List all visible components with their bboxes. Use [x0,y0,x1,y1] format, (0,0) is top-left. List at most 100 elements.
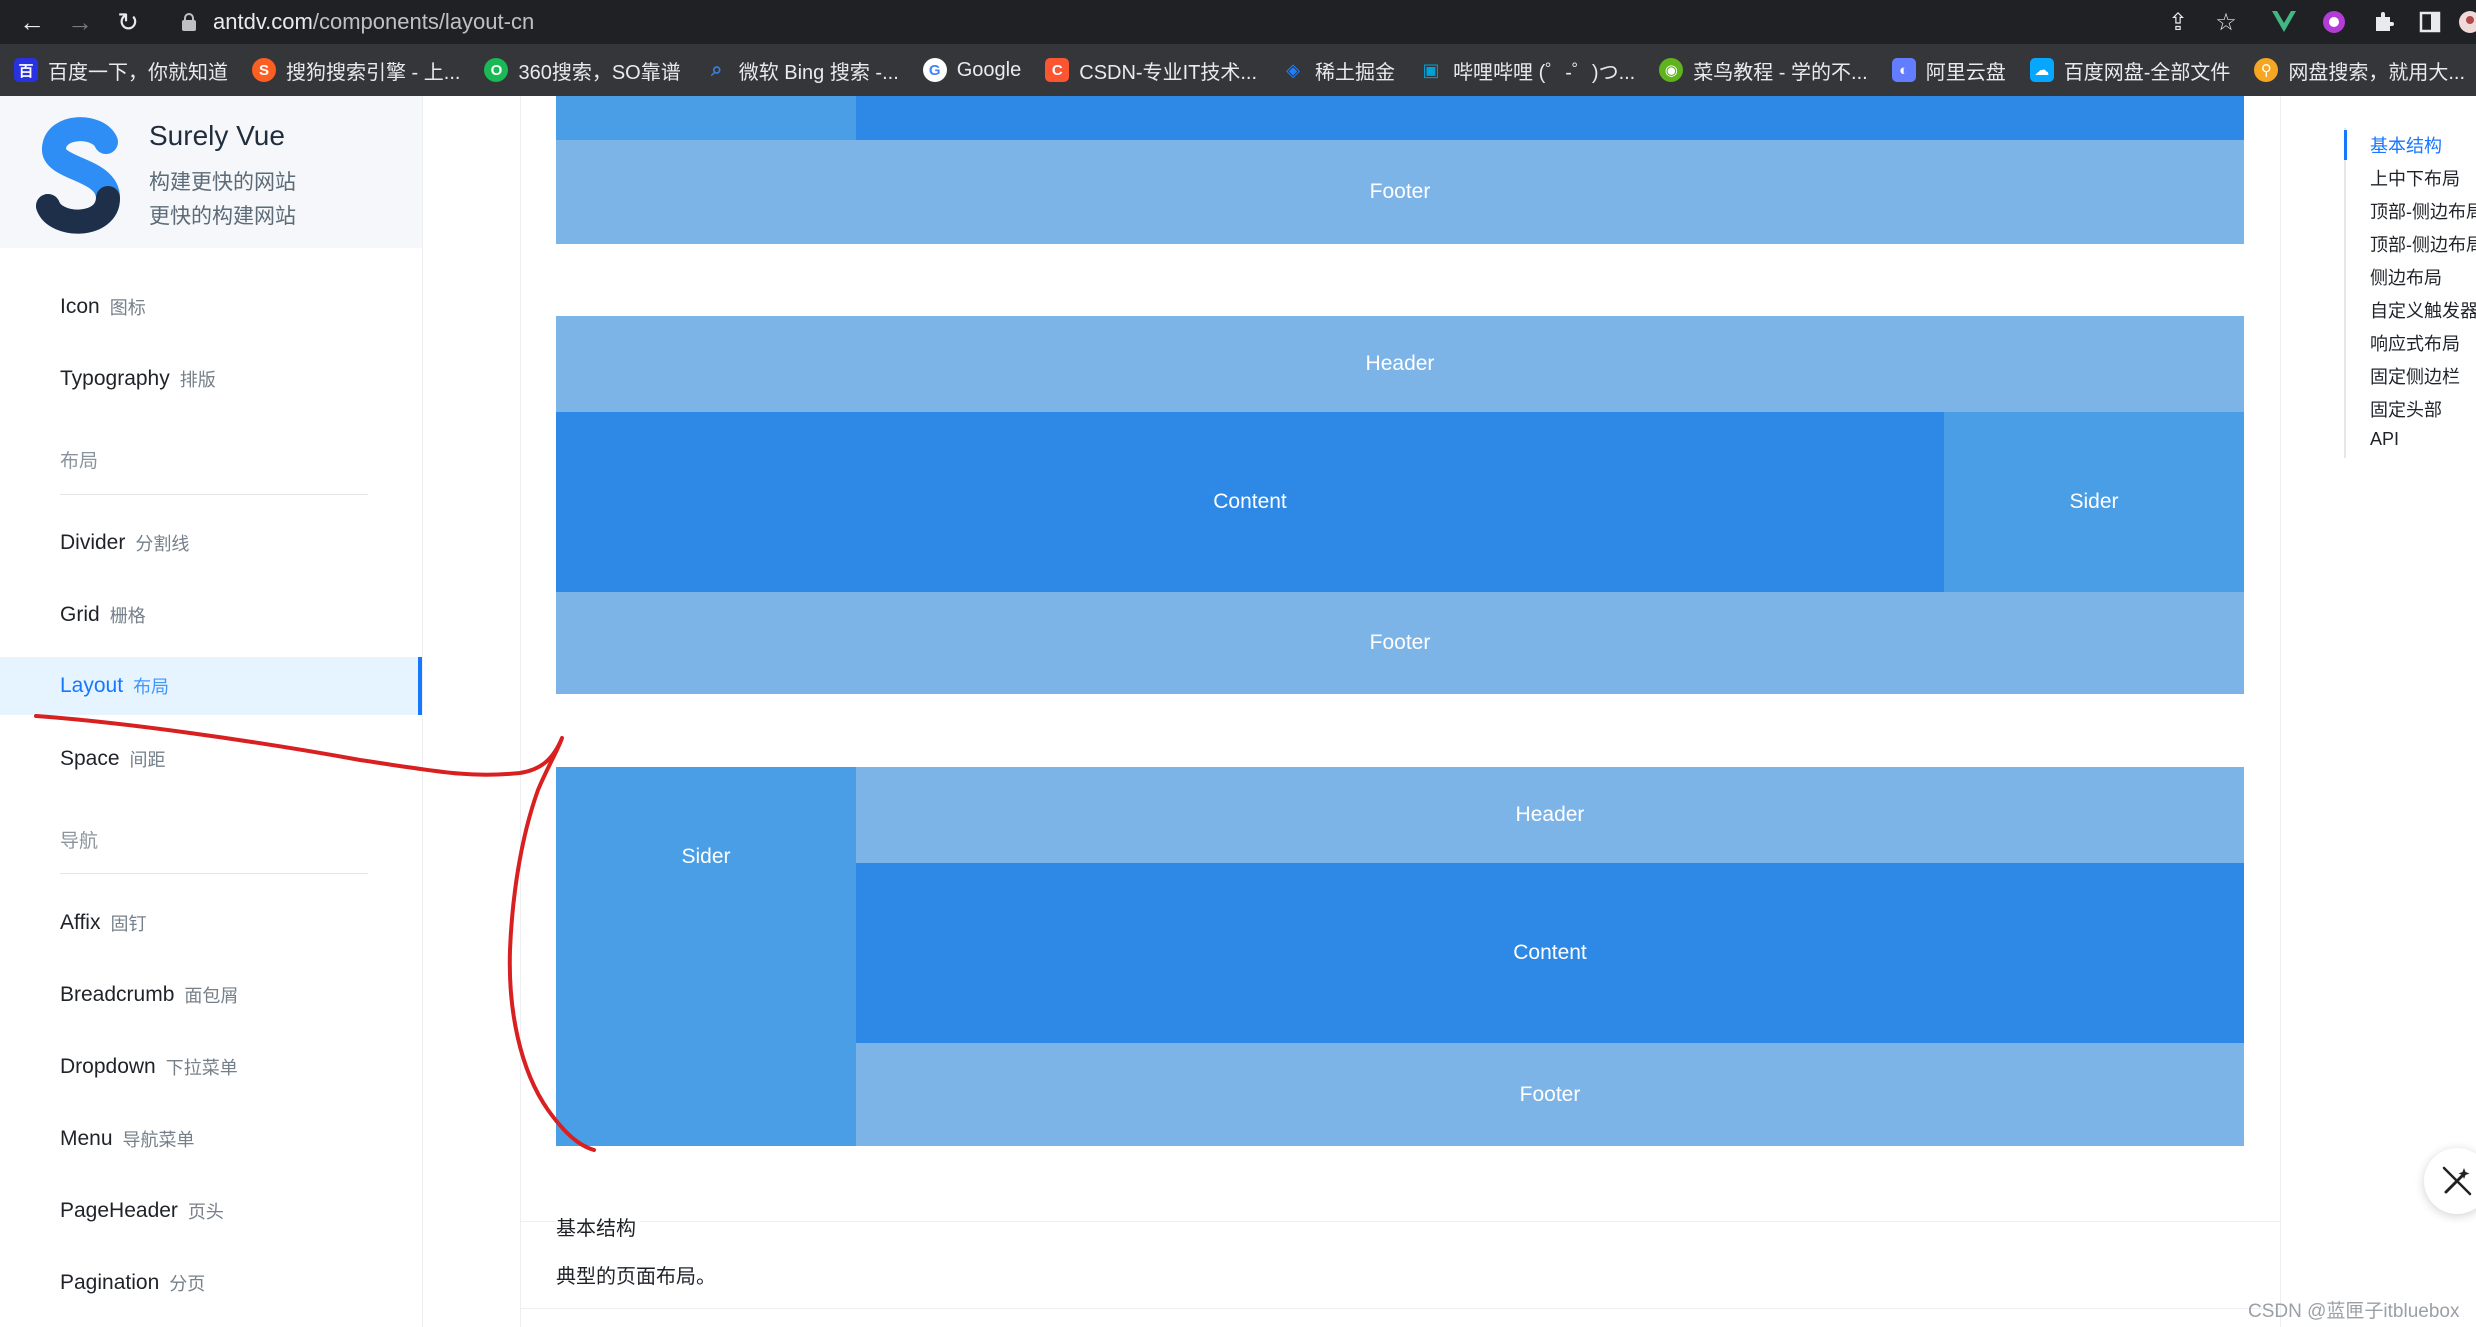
bookmark-juejin[interactable]: ◈ 稀土掘金 [1267,50,1405,90]
anchor-link-top-side-1[interactable]: 顶部-侧边布局 [2370,198,2476,224]
demo3-header: Header [856,767,2244,863]
anchor-link-side[interactable]: 侧边布局 [2370,264,2442,290]
lock-icon [181,13,197,31]
search-icon: ⌕ [711,58,723,81]
header-label: Header [1515,803,1585,826]
juejin-icon: ◈ [1286,59,1300,80]
url-text: antdv.com/components/layout-cn [213,9,535,34]
menu-item-space[interactable]: Space 间距 [0,730,422,788]
demo2-footer: Footer [556,592,2244,694]
anchor-ink [2344,130,2347,160]
menu-group-nav: 导航 [60,831,99,852]
sidebar: Surely Vue 构建更快的网站 更快的构建网站 Icon 图标 Typogr… [0,96,423,1327]
brand-subtitle-2: 更快的构建网站 [149,205,296,228]
demo1-sider [556,96,856,140]
pan-search-icon: ⚲ [2254,58,2279,82]
section-description: 典型的页面布局。 [556,1266,716,1288]
runoob-icon: ◉ [1659,58,1684,82]
menu-item-dropdown[interactable]: Dropdown 下拉菜单 [0,1038,422,1096]
anchor-link-top-side-2[interactable]: 顶部-侧边布局 [2370,231,2476,257]
bookmark-360[interactable]: O 360搜索，SO靠谱 [470,50,690,90]
sogou-icon: S [252,58,276,82]
anchor-link-fixed-header[interactable]: 固定头部 [2370,396,2442,422]
bookmark-sogou[interactable]: S 搜狗搜索引擎 - 上... [238,50,470,90]
header-label: Header [1365,352,1435,375]
share-icon[interactable]: ⇪ [2162,6,2194,38]
theme-toggle-button[interactable] [2424,1148,2476,1214]
section-title: 基本结构 [556,1212,640,1241]
demo-border-right [2280,96,2281,1327]
brand-title: Surely Vue [149,120,285,151]
sider-label: Sider [681,845,731,868]
bookmark-bing[interactable]: ⌕ 微软 Bing 搜索 -... [691,50,909,90]
extensions-icon[interactable] [2368,6,2400,38]
bookmarks-bar: 百百度一下，你就知道 S 搜狗搜索引擎 - 上... O 360搜索，SO靠谱 ⌕ 微… [0,44,2476,96]
brand-subtitle-1: 构建更快的网站 [149,171,296,194]
menu-item-divider[interactable]: Divider 分割线 [0,514,422,572]
footer-label: Footer [1519,1082,1581,1106]
watermark: CSDN @蓝匣子itbluebox [2248,1301,2460,1322]
menu-item-typography[interactable]: Typography 排版 [0,350,422,408]
360-icon: O [484,58,509,82]
demo2-header: Header [556,316,2244,412]
menu-item-menu[interactable]: Menu 导航菜单 [0,1110,422,1168]
menu-item-pageheader[interactable]: PageHeader 页头 [0,1182,422,1240]
demo1-content [856,96,2244,140]
surely-vue-logo [36,117,121,234]
menu-item-icon[interactable]: Icon 图标 [0,278,422,336]
footer-label: Footer [1369,631,1431,654]
bookmark-baidu[interactable]: 百百度一下，你就知道 [0,50,238,90]
bookmark-runoob[interactable]: ◉ 菜鸟教程 - 学的不... [1645,50,1877,90]
baidu-pan-icon: ☁ [2029,58,2054,82]
menu-divider [60,873,368,874]
bookmark-aliyun-drive[interactable]: ◐ 阿里云盘 [1878,50,2016,90]
anchor-link-custom-trigger[interactable]: 自定义触发器 [2370,297,2476,323]
aliyun-drive-icon: ◐ [1891,58,1916,82]
demo3-footer: Footer [856,1043,2244,1146]
content-label: Content [1213,490,1287,513]
browser-toolbar: ← → ↻ antdv.com/components/layout-cn ⇪ ☆ [0,0,2476,44]
menu-item-grid[interactable]: Grid 栅格 [0,586,422,644]
anchor-link-responsive[interactable]: 响应式布局 [2370,330,2460,356]
sidepanel-icon[interactable] [2414,6,2446,38]
menu-group-layout: 布局 [60,451,99,472]
bookmark-pan-search[interactable]: ⚲ 网盘搜索，就用大... [2240,50,2475,90]
star-icon[interactable]: ☆ [2210,6,2242,38]
magic-wand-icon [2442,1166,2472,1196]
extension-purple-icon[interactable] [2318,6,2350,38]
logo-area[interactable]: Surely Vue 构建更快的网站 更快的构建网站 [0,96,422,248]
reload-button[interactable]: ↻ [110,4,146,40]
menu-item-pagination[interactable]: Pagination 分页 [0,1254,422,1312]
bookmark-bilibili[interactable]: ▣ 哔哩哔哩 (゜-゜)つ... [1405,50,1645,90]
menu-item-affix[interactable]: Affix 固钉 [0,894,422,952]
sider-label: Sider [2069,490,2119,513]
baidu-icon: 百 [14,58,38,82]
demo-border-left [520,96,521,1327]
demo3-sider: Sider [556,767,856,1146]
menu-item-layout[interactable]: Layout 布局 [0,657,422,715]
address-bar[interactable]: antdv.com/components/layout-cn [165,2,2255,42]
vue-devtools-icon[interactable] [2268,6,2300,38]
anchor-link-basic[interactable]: 基本结构 [2370,132,2442,158]
demo2-sider: Sider [1944,412,2244,592]
section-divider [520,1308,2280,1309]
demo1-footer: Footer [556,140,2244,244]
content-label: Content [1513,941,1587,964]
profile-avatar-icon[interactable] [2454,6,2476,38]
bookmark-google[interactable]: G Google [909,50,1032,90]
bookmark-csdn[interactable]: C CSDN-专业IT技术... [1031,50,1267,90]
anchor-link-fixed-sider[interactable]: 固定侧边栏 [2370,363,2460,389]
section-divider [520,1221,2280,1222]
csdn-icon: C [1045,58,1070,82]
menu-item-breadcrumb[interactable]: Breadcrumb 面包屑 [0,966,422,1024]
back-button[interactable]: ← [14,4,50,40]
menu-divider [60,494,368,495]
anchor-link-api[interactable]: API [2370,429,2399,450]
footer-label: Footer [1369,180,1431,203]
bilibili-icon: ▣ [1422,59,1440,80]
demo3-content: Content [856,863,2244,1043]
anchor-link-top-middle-bottom[interactable]: 上中下布局 [2370,165,2460,191]
bookmark-baidu-pan[interactable]: ☁ 百度网盘-全部文件 [2016,50,2241,90]
forward-button[interactable]: → [62,4,98,40]
demo2-content: Content [556,412,1944,592]
